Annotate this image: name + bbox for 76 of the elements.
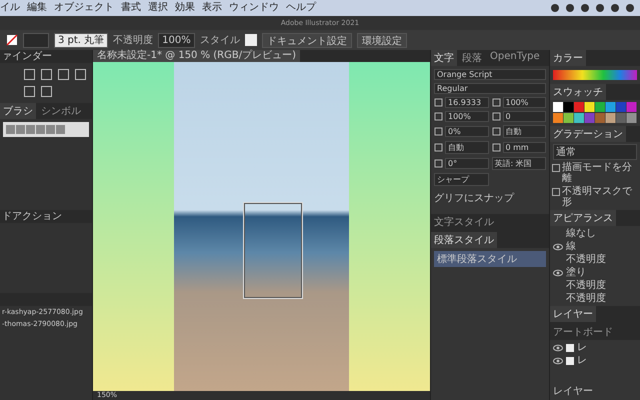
menu-item[interactable]: 表示 bbox=[202, 3, 222, 13]
appearance-attribute[interactable]: 塗り bbox=[566, 267, 586, 278]
panel-tab[interactable]: グラデーション bbox=[550, 126, 626, 142]
setting-field[interactable]: 0° bbox=[445, 158, 488, 169]
blend-mode-dropdown[interactable]: 通常 bbox=[553, 144, 637, 160]
brush-dropdown[interactable]: 3 pt. 丸筆 bbox=[54, 32, 108, 48]
panel-tab[interactable]: ブラシ bbox=[0, 103, 36, 119]
setting-field[interactable]: 自動 bbox=[502, 125, 546, 138]
option-label: 描画モードを分離 bbox=[562, 162, 633, 184]
menu-item[interactable]: イル bbox=[0, 3, 20, 13]
menu-item[interactable]: ヘルプ bbox=[286, 3, 316, 13]
panel-tab[interactable]: 文字 bbox=[431, 50, 457, 66]
panel-tab[interactable]: シンボル bbox=[38, 103, 84, 119]
panel-tab[interactable]: 段落 bbox=[459, 50, 485, 66]
menu-item[interactable]: 効果 bbox=[175, 3, 195, 13]
style-label: スタイル bbox=[200, 34, 240, 47]
setting-field[interactable]: 100% bbox=[502, 97, 546, 108]
panel-tab[interactable]: 段落スタイル bbox=[431, 232, 497, 248]
language-dropdown[interactable]: 英語: 米国 bbox=[492, 157, 546, 170]
pathfinder-icon[interactable] bbox=[58, 69, 69, 80]
appearance-attribute[interactable]: 不透明度 bbox=[566, 254, 606, 265]
panel-title: ァインダー bbox=[0, 50, 92, 63]
opacity-label: 不透明度 bbox=[113, 34, 154, 47]
panel-tab[interactable]: スウォッチ bbox=[550, 84, 606, 100]
appearance-attribute[interactable]: 線なし bbox=[566, 228, 596, 239]
layer-name[interactable]: レ bbox=[577, 342, 587, 353]
layer-name[interactable]: レ bbox=[577, 355, 587, 366]
panel-tab[interactable]: アートボード bbox=[550, 324, 616, 340]
menu-item[interactable]: 編集 bbox=[27, 3, 47, 13]
appearance-attribute[interactable]: 不透明度 bbox=[566, 280, 606, 291]
pathfinder-icon[interactable] bbox=[24, 69, 35, 80]
style-list-item[interactable]: 標準段落スタイル bbox=[434, 251, 546, 267]
antialias-dropdown[interactable]: シャープ bbox=[434, 173, 488, 186]
setting-field[interactable]: 100% bbox=[445, 111, 488, 122]
toolbar-button[interactable]: 環境設定 bbox=[356, 32, 407, 48]
document-tab[interactable]: 名称未設定-1* @ 150 % (RGB/プレビュー) bbox=[93, 50, 300, 62]
pathfinder-icon[interactable] bbox=[24, 86, 35, 97]
setting-field[interactable]: 0% bbox=[445, 126, 488, 137]
eye-icon[interactable] bbox=[553, 356, 563, 364]
pathfinder-icon[interactable] bbox=[75, 69, 86, 80]
selection-frame[interactable] bbox=[244, 203, 302, 298]
swatch-grid[interactable] bbox=[553, 102, 637, 124]
pathfinder-icon[interactable] bbox=[41, 69, 52, 80]
panel-tab[interactable]: カラー bbox=[550, 50, 586, 66]
appearance-attribute[interactable]: 不透明度 bbox=[566, 293, 606, 304]
panel-title: ドアクション bbox=[0, 210, 92, 223]
panel-tab[interactable]: レイヤー bbox=[550, 306, 596, 322]
font-style-dropdown[interactable]: Regular bbox=[434, 83, 546, 94]
menu-item[interactable]: 選択 bbox=[148, 3, 168, 13]
menu-item[interactable]: ウィンドウ bbox=[229, 3, 279, 13]
opacity-field[interactable]: 100% bbox=[158, 32, 195, 48]
panel-tab[interactable]: 文字スタイル bbox=[431, 214, 497, 230]
color-spectrum[interactable] bbox=[553, 70, 637, 80]
pathfinder-icon[interactable] bbox=[41, 86, 52, 97]
checkbox[interactable] bbox=[552, 164, 560, 172]
menu-item[interactable]: オブジェクト bbox=[54, 3, 114, 13]
stroke-weight-field[interactable] bbox=[23, 32, 49, 48]
stroke-swatch-icon[interactable] bbox=[6, 34, 18, 46]
setting-field[interactable]: 16.9333 bbox=[445, 97, 488, 108]
setting-field[interactable]: 自動 bbox=[445, 141, 488, 154]
layer-count: レイヤー bbox=[552, 385, 594, 398]
panel-tab[interactable]: アピアランス bbox=[550, 210, 616, 226]
setting-field[interactable]: 0 bbox=[502, 111, 546, 122]
toolbar-button[interactable]: ドキュメント設定 bbox=[262, 32, 352, 48]
menu-item[interactable]: 書式 bbox=[121, 3, 141, 13]
appearance-attribute[interactable]: 線 bbox=[566, 241, 576, 252]
eye-icon[interactable] bbox=[553, 268, 563, 276]
section-label: グリフにスナップ bbox=[433, 192, 516, 206]
style-swatch[interactable] bbox=[244, 34, 257, 46]
panel-tab[interactable]: OpenType bbox=[487, 50, 543, 66]
eye-icon[interactable] bbox=[553, 344, 563, 352]
checkbox[interactable] bbox=[552, 188, 560, 196]
option-label: 不透明マスクで形 bbox=[562, 186, 633, 208]
font-dropdown[interactable]: Orange Script bbox=[434, 69, 546, 80]
setting-field[interactable]: 0 mm bbox=[502, 142, 546, 153]
eye-icon[interactable] bbox=[553, 242, 563, 250]
